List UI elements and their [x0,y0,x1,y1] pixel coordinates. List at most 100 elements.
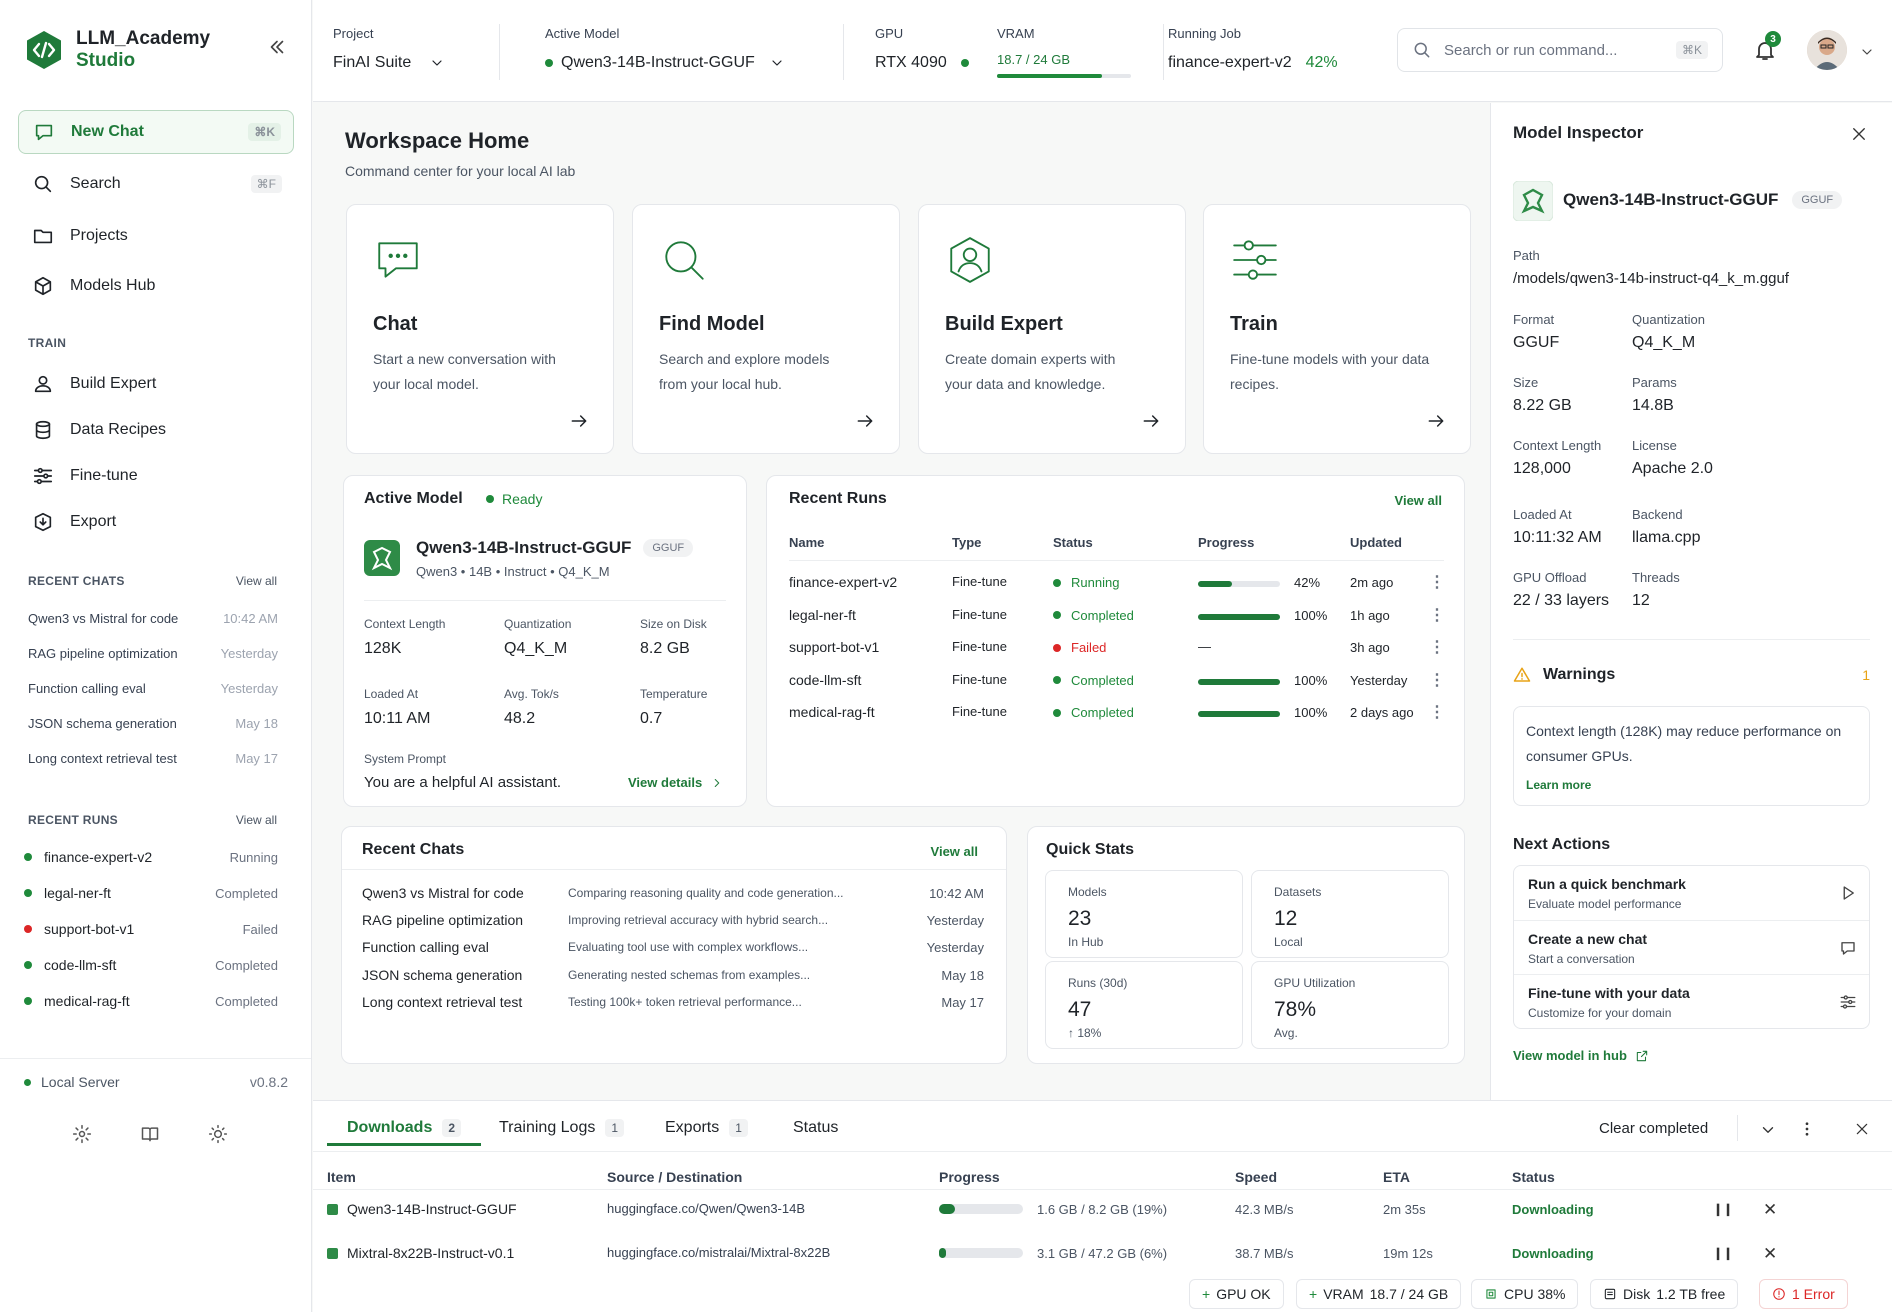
more-icon[interactable]: ⋮ [1429,637,1445,657]
recent-run-item[interactable]: support-bot-v1 Failed [24,921,278,937]
nav-fine-tune[interactable]: Fine-tune [18,454,294,498]
more-icon[interactable]: ⋮ [1429,572,1445,592]
file-icon [327,1248,338,1259]
server-dot [24,1078,31,1086]
chat-title[interactable]: JSON schema generation [362,967,522,983]
tab-status[interactable]: Status [793,1119,838,1137]
disk-status-chip[interactable]: Disk 1.2 TB free [1590,1279,1739,1309]
recent-chat-item[interactable]: RAG pipeline optimization Yesterday [28,646,278,661]
recent-chat-item[interactable]: JSON schema generation May 18 [28,716,278,731]
cancel-icon[interactable]: ✕ [1763,1244,1777,1264]
model-selector[interactable]: Qwen3-14B-Instruct-GGUF [545,54,785,72]
gpu-status-chip[interactable]: + GPU OK [1189,1279,1284,1309]
recent-chat-item[interactable]: Qwen3 vs Mistral for code 10:42 AM [28,611,278,626]
download-progress-text: 3.1 GB / 47.2 GB (6%) [1037,1246,1168,1261]
cpu-status-chip[interactable]: CPU 38% [1471,1279,1579,1309]
chat-title[interactable]: Long context retrieval test [362,994,522,1010]
col-source: Source / Destination [607,1169,743,1185]
threads-value: 12 [1632,592,1650,609]
avatar[interactable] [1807,30,1847,70]
chat-title[interactable]: Function calling eval [362,939,489,955]
docs-icon[interactable] [140,1124,160,1144]
pause-icon[interactable]: ❙❙ [1713,1202,1733,1216]
recent-chat-item[interactable]: Long context retrieval test May 17 [28,751,278,766]
download-status: Downloading [1512,1246,1594,1261]
nav-new-chat[interactable]: New Chat ⌘K [18,110,294,154]
run-name: finance-expert-v2 [44,849,153,865]
recent-run-item[interactable]: code-llm-sft Completed [24,957,278,973]
nav-projects[interactable]: Projects [18,214,294,258]
quick-action-chat[interactable]: Chat Start a new conversation with your … [346,204,614,454]
next-action-new-chat[interactable]: Create a new chat Start a conversation [1514,920,1869,974]
more-icon[interactable]: ⋮ [1429,702,1445,722]
notification-badge: 3 [1765,31,1781,47]
quick-action-train[interactable]: Train Fine-tune models with your data re… [1203,204,1471,454]
nav-build-expert[interactable]: Build Expert [18,362,294,406]
quick-action-build-expert[interactable]: Build Expert Create domain experts with … [918,204,1186,454]
stat-sub: Avg. [1274,1026,1298,1040]
more-icon[interactable] [1798,1120,1816,1138]
arrow-right-icon [857,415,873,427]
warning-box: Context length (128K) may reduce perform… [1513,706,1870,806]
col-type: Type [952,535,982,550]
card-desc: Start a new conversation with your local… [373,351,556,392]
command-search[interactable]: Search or run command... ⌘K [1397,28,1723,72]
tab-training-logs[interactable]: Training Logs 1 [499,1119,625,1137]
more-icon[interactable]: ⋮ [1429,670,1445,690]
download-item[interactable]: Qwen3-14B-Instruct-GGUF [347,1201,517,1217]
close-icon[interactable] [1850,125,1868,143]
recent-run-item[interactable]: medical-rag-ft Completed [24,993,278,1009]
run-name[interactable]: support-bot-v1 [789,639,879,655]
nav-label: Projects [70,227,128,244]
collapse-sidebar-icon[interactable] [266,36,288,58]
local-server-status: Local Server v0.8.2 [24,1074,288,1090]
view-all-link[interactable]: View all [1395,493,1442,508]
run-name: support-bot-v1 [44,921,135,937]
next-action-benchmark[interactable]: Run a quick benchmark Evaluate model perf… [1514,866,1869,920]
chevron-down-icon[interactable] [1759,1121,1777,1139]
learn-more-link[interactable]: Learn more [1526,778,1591,792]
run-name[interactable]: finance-expert-v2 [789,574,897,590]
nav-search[interactable]: Search ⌘F [18,162,294,206]
recent-chats-view-all[interactable]: View all [236,574,277,588]
more-icon[interactable]: ⋮ [1429,605,1445,625]
chat-title[interactable]: Qwen3 vs Mistral for code [362,885,524,901]
running-job[interactable]: finance-expert-v2 42% [1168,54,1338,72]
nav-label: Data Recipes [70,421,167,438]
run-name[interactable]: medical-rag-ft [789,704,875,720]
nav-label: Fine-tune [70,467,138,484]
view-details-link[interactable]: View details [628,775,724,790]
view-all-link[interactable]: View all [931,844,978,859]
chat-time: May 17 [235,751,278,766]
tab-downloads[interactable]: Downloads 2 [347,1119,462,1137]
close-icon[interactable] [1854,1121,1870,1137]
chevron-down-icon[interactable] [1859,44,1875,60]
top-bar: Project FinAI Suite Active Model Qwen3-1… [313,0,1892,102]
chat-title[interactable]: RAG pipeline optimization [362,912,523,928]
nav-models-hub[interactable]: Models Hub [18,264,294,308]
project-selector[interactable]: FinAI Suite [333,54,445,72]
settings-icon[interactable] [72,1124,92,1144]
chat-time: May 17 [941,994,984,1010]
brand[interactable]: LLM_Academy Studio [24,28,210,72]
cancel-icon[interactable]: ✕ [1763,1200,1777,1220]
tab-exports[interactable]: Exports 1 [665,1119,748,1137]
nav-data-recipes[interactable]: Data Recipes [18,408,294,452]
nav-export[interactable]: Export [18,500,294,544]
vram-status-chip[interactable]: + VRAM 18.7 / 24 GB [1296,1279,1462,1309]
error-status-chip[interactable]: 1 Error [1759,1279,1848,1309]
quick-action-find-model[interactable]: Find Model Search and explore models fro… [632,204,900,454]
recent-run-item[interactable]: legal-ner-ft Completed [24,885,278,901]
theme-icon[interactable] [208,1124,228,1144]
download-item[interactable]: Mixtral-8x22B-Instruct-v0.1 [347,1245,514,1261]
recent-run-item[interactable]: finance-expert-v2 Running [24,849,278,865]
clear-completed-button[interactable]: Clear completed [1599,1120,1708,1137]
pause-icon[interactable]: ❙❙ [1713,1246,1733,1260]
run-name[interactable]: legal-ner-ft [789,607,856,623]
recent-runs-view-all[interactable]: View all [236,813,277,827]
run-name[interactable]: code-llm-sft [789,672,861,688]
next-action-fine-tune[interactable]: Fine-tune with your data Customize for yo… [1514,974,1869,1028]
nav-label: Search [70,175,121,192]
recent-chat-item[interactable]: Function calling eval Yesterday [28,681,278,696]
view-in-hub-link[interactable]: View model in hub [1513,1048,1649,1063]
